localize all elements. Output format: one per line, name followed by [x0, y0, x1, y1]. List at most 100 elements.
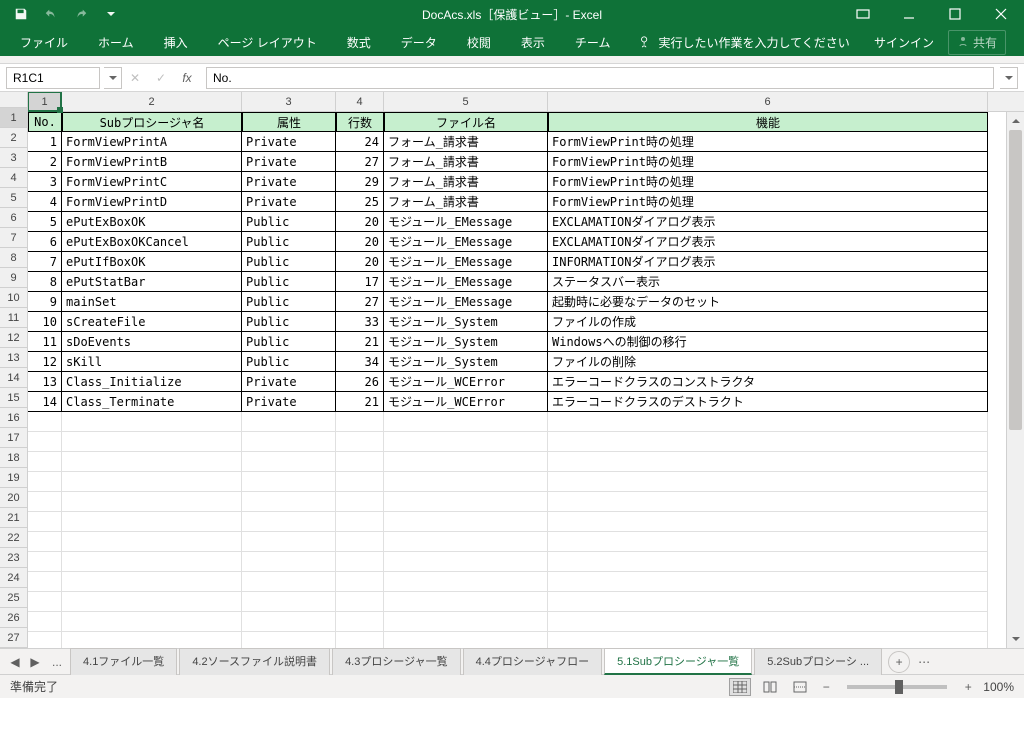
scroll-up-button[interactable]: [1007, 112, 1024, 130]
data-cell[interactable]: 21: [336, 392, 384, 412]
data-cell[interactable]: 5: [28, 212, 62, 232]
data-cell[interactable]: ePutStatBar: [62, 272, 242, 292]
data-cell[interactable]: 29: [336, 172, 384, 192]
data-cell[interactable]: 20: [336, 252, 384, 272]
empty-cell[interactable]: [548, 632, 988, 648]
data-cell[interactable]: フォーム_請求書: [384, 192, 548, 212]
tab-menu[interactable]: ⋯: [918, 655, 930, 669]
empty-cell[interactable]: [62, 432, 242, 452]
data-cell[interactable]: ePutIfBoxOK: [62, 252, 242, 272]
data-cell[interactable]: モジュール_System: [384, 352, 548, 372]
tell-me-search[interactable]: 実行したい作業を入力してください: [638, 34, 849, 51]
scroll-thumb[interactable]: [1009, 130, 1022, 430]
qat-dropdown[interactable]: [98, 2, 124, 26]
empty-cell[interactable]: [62, 472, 242, 492]
data-cell[interactable]: sCreateFile: [62, 312, 242, 332]
empty-cell[interactable]: [62, 512, 242, 532]
sheet-tab[interactable]: 4.2ソースファイル説明書: [179, 648, 330, 675]
data-cell[interactable]: Class_Terminate: [62, 392, 242, 412]
empty-cell[interactable]: [548, 472, 988, 492]
empty-cell[interactable]: [384, 432, 548, 452]
empty-cell[interactable]: [384, 412, 548, 432]
data-cell[interactable]: 4: [28, 192, 62, 212]
header-cell[interactable]: ファイル名: [384, 112, 548, 132]
row-header[interactable]: 6: [0, 208, 28, 228]
row-header[interactable]: 8: [0, 248, 28, 268]
empty-cell[interactable]: [28, 552, 62, 572]
zoom-level[interactable]: 100%: [983, 680, 1014, 694]
cancel-formula-button[interactable]: ✕: [122, 67, 148, 89]
empty-cell[interactable]: [548, 592, 988, 612]
ribbon-tab[interactable]: 表示: [507, 30, 559, 55]
share-button[interactable]: 共有: [948, 30, 1006, 55]
data-cell[interactable]: 25: [336, 192, 384, 212]
row-header[interactable]: 26: [0, 608, 28, 628]
empty-cell[interactable]: [28, 612, 62, 632]
empty-cell[interactable]: [62, 492, 242, 512]
fx-button[interactable]: fx: [174, 67, 200, 89]
empty-cell[interactable]: [336, 632, 384, 648]
row-header[interactable]: 21: [0, 508, 28, 528]
redo-button[interactable]: [68, 2, 94, 26]
zoom-slider[interactable]: [847, 685, 947, 689]
data-cell[interactable]: Public: [242, 292, 336, 312]
data-cell[interactable]: 20: [336, 232, 384, 252]
empty-cell[interactable]: [62, 612, 242, 632]
column-header[interactable]: 4: [336, 92, 384, 111]
data-cell[interactable]: 6: [28, 232, 62, 252]
cell-grid[interactable]: No.Subプロシージャ名属性行数ファイル名機能1FormViewPrintAP…: [28, 112, 1024, 648]
data-cell[interactable]: フォーム_請求書: [384, 152, 548, 172]
empty-cell[interactable]: [336, 552, 384, 572]
row-header[interactable]: 17: [0, 428, 28, 448]
data-cell[interactable]: 27: [336, 152, 384, 172]
data-cell[interactable]: FormViewPrint時の処理: [548, 192, 988, 212]
empty-cell[interactable]: [384, 452, 548, 472]
enter-formula-button[interactable]: ✓: [148, 67, 174, 89]
empty-cell[interactable]: [28, 432, 62, 452]
column-header[interactable]: 6: [548, 92, 988, 111]
add-sheet-button[interactable]: +: [888, 651, 910, 673]
row-header[interactable]: 5: [0, 188, 28, 208]
data-cell[interactable]: 7: [28, 252, 62, 272]
data-cell[interactable]: 21: [336, 332, 384, 352]
empty-cell[interactable]: [384, 472, 548, 492]
data-cell[interactable]: 34: [336, 352, 384, 372]
empty-cell[interactable]: [62, 412, 242, 432]
data-cell[interactable]: FormViewPrintB: [62, 152, 242, 172]
empty-cell[interactable]: [28, 632, 62, 648]
empty-cell[interactable]: [384, 512, 548, 532]
row-header[interactable]: 22: [0, 528, 28, 548]
data-cell[interactable]: 9: [28, 292, 62, 312]
row-header[interactable]: 15: [0, 388, 28, 408]
data-cell[interactable]: エラーコードクラスのデストラクト: [548, 392, 988, 412]
empty-cell[interactable]: [242, 412, 336, 432]
data-cell[interactable]: 27: [336, 292, 384, 312]
data-cell[interactable]: EXCLAMATIONダイアログ表示: [548, 212, 988, 232]
tab-nav-next[interactable]: ▶: [26, 653, 44, 671]
empty-cell[interactable]: [384, 552, 548, 572]
empty-cell[interactable]: [242, 572, 336, 592]
empty-cell[interactable]: [28, 472, 62, 492]
empty-cell[interactable]: [28, 532, 62, 552]
data-cell[interactable]: Public: [242, 232, 336, 252]
row-header[interactable]: 18: [0, 448, 28, 468]
zoom-thumb[interactable]: [895, 680, 903, 694]
empty-cell[interactable]: [62, 592, 242, 612]
signin-link[interactable]: サインイン: [874, 34, 934, 51]
empty-cell[interactable]: [336, 432, 384, 452]
empty-cell[interactable]: [62, 572, 242, 592]
empty-cell[interactable]: [336, 512, 384, 532]
empty-cell[interactable]: [548, 532, 988, 552]
data-cell[interactable]: 20: [336, 212, 384, 232]
data-cell[interactable]: モジュール_EMessage: [384, 232, 548, 252]
empty-cell[interactable]: [548, 432, 988, 452]
formula-expand-button[interactable]: [1000, 67, 1018, 89]
row-header[interactable]: 16: [0, 408, 28, 428]
row-header[interactable]: 3: [0, 148, 28, 168]
save-button[interactable]: [8, 2, 34, 26]
data-cell[interactable]: Private: [242, 152, 336, 172]
empty-cell[interactable]: [28, 512, 62, 532]
data-cell[interactable]: 12: [28, 352, 62, 372]
data-cell[interactable]: Private: [242, 192, 336, 212]
data-cell[interactable]: 33: [336, 312, 384, 332]
